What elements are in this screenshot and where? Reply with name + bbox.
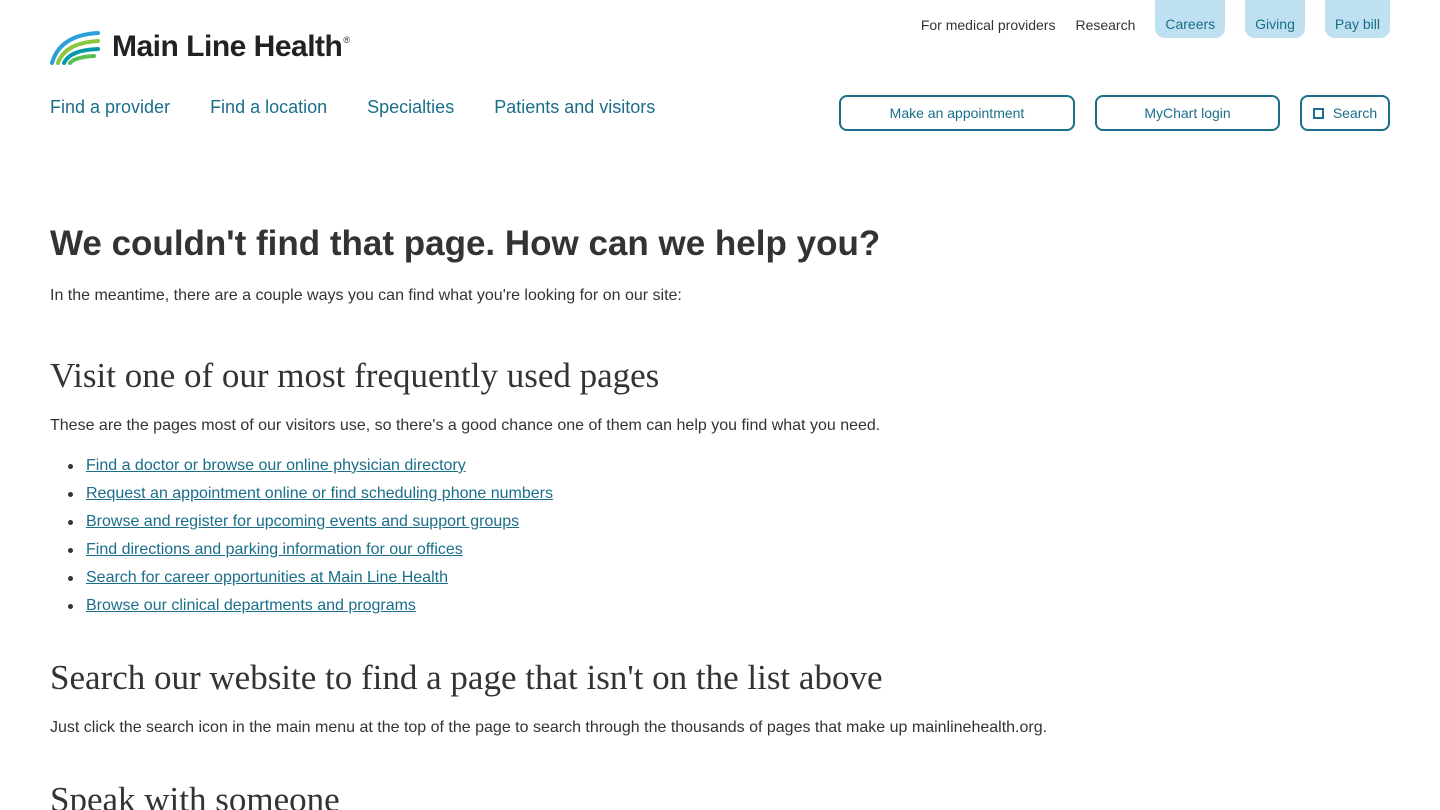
utility-pill-careers[interactable]: Careers [1155,0,1226,38]
make-appointment-button[interactable]: Make an appointment [839,95,1075,131]
section-search-desc: Just click the search icon in the main m… [50,719,1048,736]
search-button[interactable]: Search [1300,95,1390,131]
utility-pill-giving[interactable]: Giving [1245,0,1305,38]
logo-registered-mark: ® [343,35,350,45]
utility-link-medical-providers[interactable]: For medical providers [921,0,1056,34]
list-item: Find directions and parking information … [68,540,1390,560]
mychart-login-button[interactable]: MyChart login [1095,95,1280,131]
section-speak-heading: Speak with someone [50,780,340,810]
frequent-pages-list: Find a doctor or browse our online physi… [50,456,1390,616]
logo-wordmark: Main Line Health [112,30,343,63]
page-title: We couldn't find that page. How can we h… [50,224,881,263]
nav-patients-visitors[interactable]: Patients and visitors [494,96,655,118]
header-actions: Make an appointment MyChart login Search [819,95,1390,131]
logo-arcs-icon [50,31,100,65]
link-events[interactable]: Browse and register for upcoming events … [86,513,519,530]
search-label: Search [1332,105,1378,121]
nav-specialties[interactable]: Specialties [367,96,454,118]
make-appointment-label: Make an appointment [889,105,1025,121]
search-icon [1312,107,1324,119]
link-request-appointment[interactable]: Request an appointment online or find sc… [86,485,553,502]
list-item: Browse and register for upcoming events … [68,512,1390,532]
list-item: Search for career opportunities at Main … [68,568,1390,588]
nav-find-location[interactable]: Find a location [210,96,327,118]
nav-find-provider[interactable]: Find a provider [50,96,170,118]
intro-text: In the meantime, there are a couple ways… [50,287,682,304]
link-careers[interactable]: Search for career opportunities at Main … [86,569,448,586]
main-content: We couldn't find that page. How can we h… [50,224,1390,810]
mychart-login-label: MyChart login [1144,105,1231,121]
utility-link-research[interactable]: Research [1075,0,1135,34]
site-logo[interactable]: Main Line Health ® [50,29,350,65]
list-item: Find a doctor or browse our online physi… [68,456,1390,476]
link-find-doctor[interactable]: Find a doctor or browse our online physi… [86,457,466,474]
list-item: Request an appointment online or find sc… [68,484,1390,504]
main-nav: Find a provider Find a location Specialt… [50,96,695,118]
link-departments[interactable]: Browse our clinical departments and prog… [86,597,416,614]
link-directions[interactable]: Find directions and parking information … [86,541,463,558]
list-item: Browse our clinical departments and prog… [68,596,1390,616]
utility-pill-pay-bill[interactable]: Pay bill [1324,0,1390,38]
utility-nav: For medical providers Research Careers G… [901,0,1390,38]
section-frequent-pages-desc: These are the pages most of our visitors… [50,417,881,434]
section-search-heading: Search our website to find a page that i… [50,658,883,697]
section-frequent-pages-heading: Visit one of our most frequently used pa… [50,356,660,395]
